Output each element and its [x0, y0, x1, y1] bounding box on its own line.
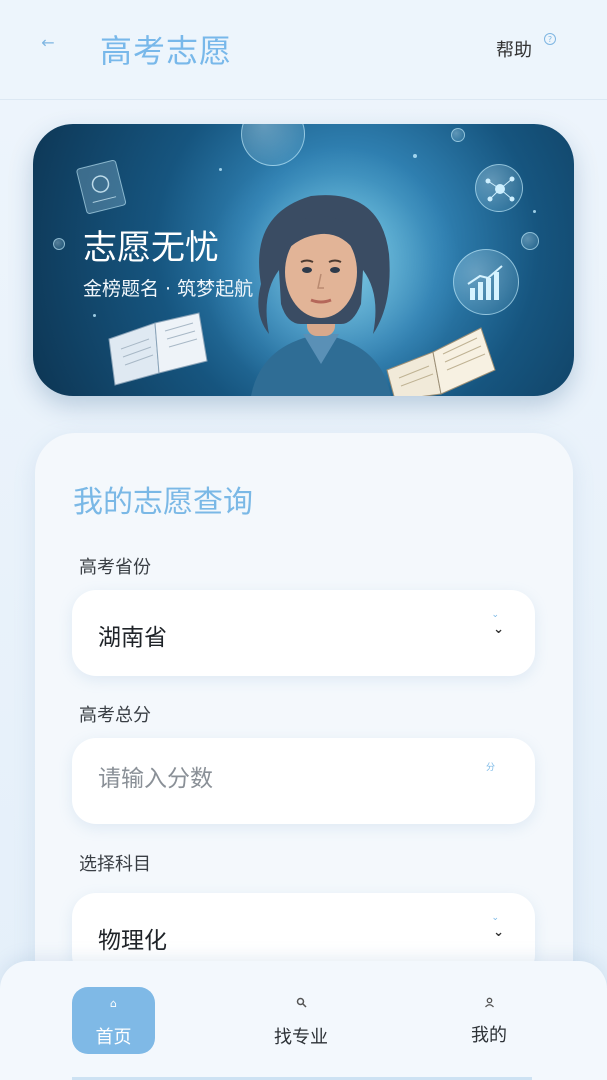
- score-field[interactable]: 分: [72, 738, 535, 824]
- sparkle-dot: [219, 168, 222, 171]
- chevron-down-icon: ⌄: [491, 610, 499, 620]
- open-book-icon: [108, 312, 208, 386]
- sparkle-dot: [413, 154, 417, 158]
- bottom-navigation: ⌂ 首页 找专业 我的: [0, 961, 607, 1080]
- banner-title: 志愿无忧: [83, 228, 219, 268]
- search-icon: [258, 997, 344, 1011]
- network-icon: [485, 176, 515, 202]
- app-header: ← 高考志愿 帮助 ?: [0, 0, 607, 100]
- nav-label-profile: 我的: [471, 1025, 507, 1046]
- bubble-decoration: [451, 128, 465, 142]
- banner-subtitle: 金榜题名 · 筑梦起航: [83, 278, 254, 300]
- province-select[interactable]: 湖南省 ⌄ ⌄: [72, 590, 535, 676]
- chart-bubble-icon: [453, 249, 519, 315]
- subjects-label: 选择科目: [79, 854, 151, 875]
- subjects-value: 物理化: [98, 928, 167, 954]
- help-button[interactable]: 帮助: [496, 36, 532, 62]
- bubble-decoration: [521, 232, 539, 250]
- page: ← 高考志愿 帮助 ? 志愿无忧 金榜题名 · 筑梦起航 我的志愿查询 高考省份…: [0, 0, 607, 1080]
- chevron-down-icon: ⌄: [493, 622, 504, 637]
- nav-label-home: 首页: [95, 1027, 132, 1048]
- bubble-decoration: [53, 238, 65, 250]
- chevron-down-icon: ⌄: [493, 925, 504, 940]
- student-portrait-illustration: [251, 195, 391, 396]
- province-label: 高考省份: [79, 557, 151, 578]
- page-title: 高考志愿: [100, 32, 233, 70]
- certificate-icon: [76, 159, 127, 214]
- score-input[interactable]: [98, 766, 458, 792]
- network-bubble-icon: [475, 164, 523, 212]
- score-unit: 分: [485, 763, 495, 773]
- nav-item-profile[interactable]: 我的: [450, 987, 528, 1054]
- nav-label-find-major: 找专业: [274, 1027, 328, 1048]
- arrow-left-icon: ←: [41, 32, 55, 52]
- score-label: 高考总分: [79, 705, 151, 726]
- nav-item-home[interactable]: ⌂ 首页: [72, 987, 155, 1054]
- question-circle-icon[interactable]: ?: [544, 33, 556, 45]
- form-title: 我的志愿查询: [73, 485, 253, 520]
- home-icon: ⌂: [110, 997, 117, 1010]
- province-value: 湖南省: [98, 625, 167, 651]
- chevron-down-icon: ⌄: [491, 913, 499, 923]
- bar-chart-icon: [467, 265, 503, 300]
- nav-item-find-major[interactable]: 找专业: [258, 987, 344, 1054]
- sparkle-dot: [93, 314, 96, 317]
- sparkle-dot: [533, 210, 536, 213]
- user-icon: [450, 997, 528, 1011]
- hero-banner[interactable]: 志愿无忧 金榜题名 · 筑梦起航: [33, 124, 574, 396]
- back-button[interactable]: ←: [36, 30, 60, 54]
